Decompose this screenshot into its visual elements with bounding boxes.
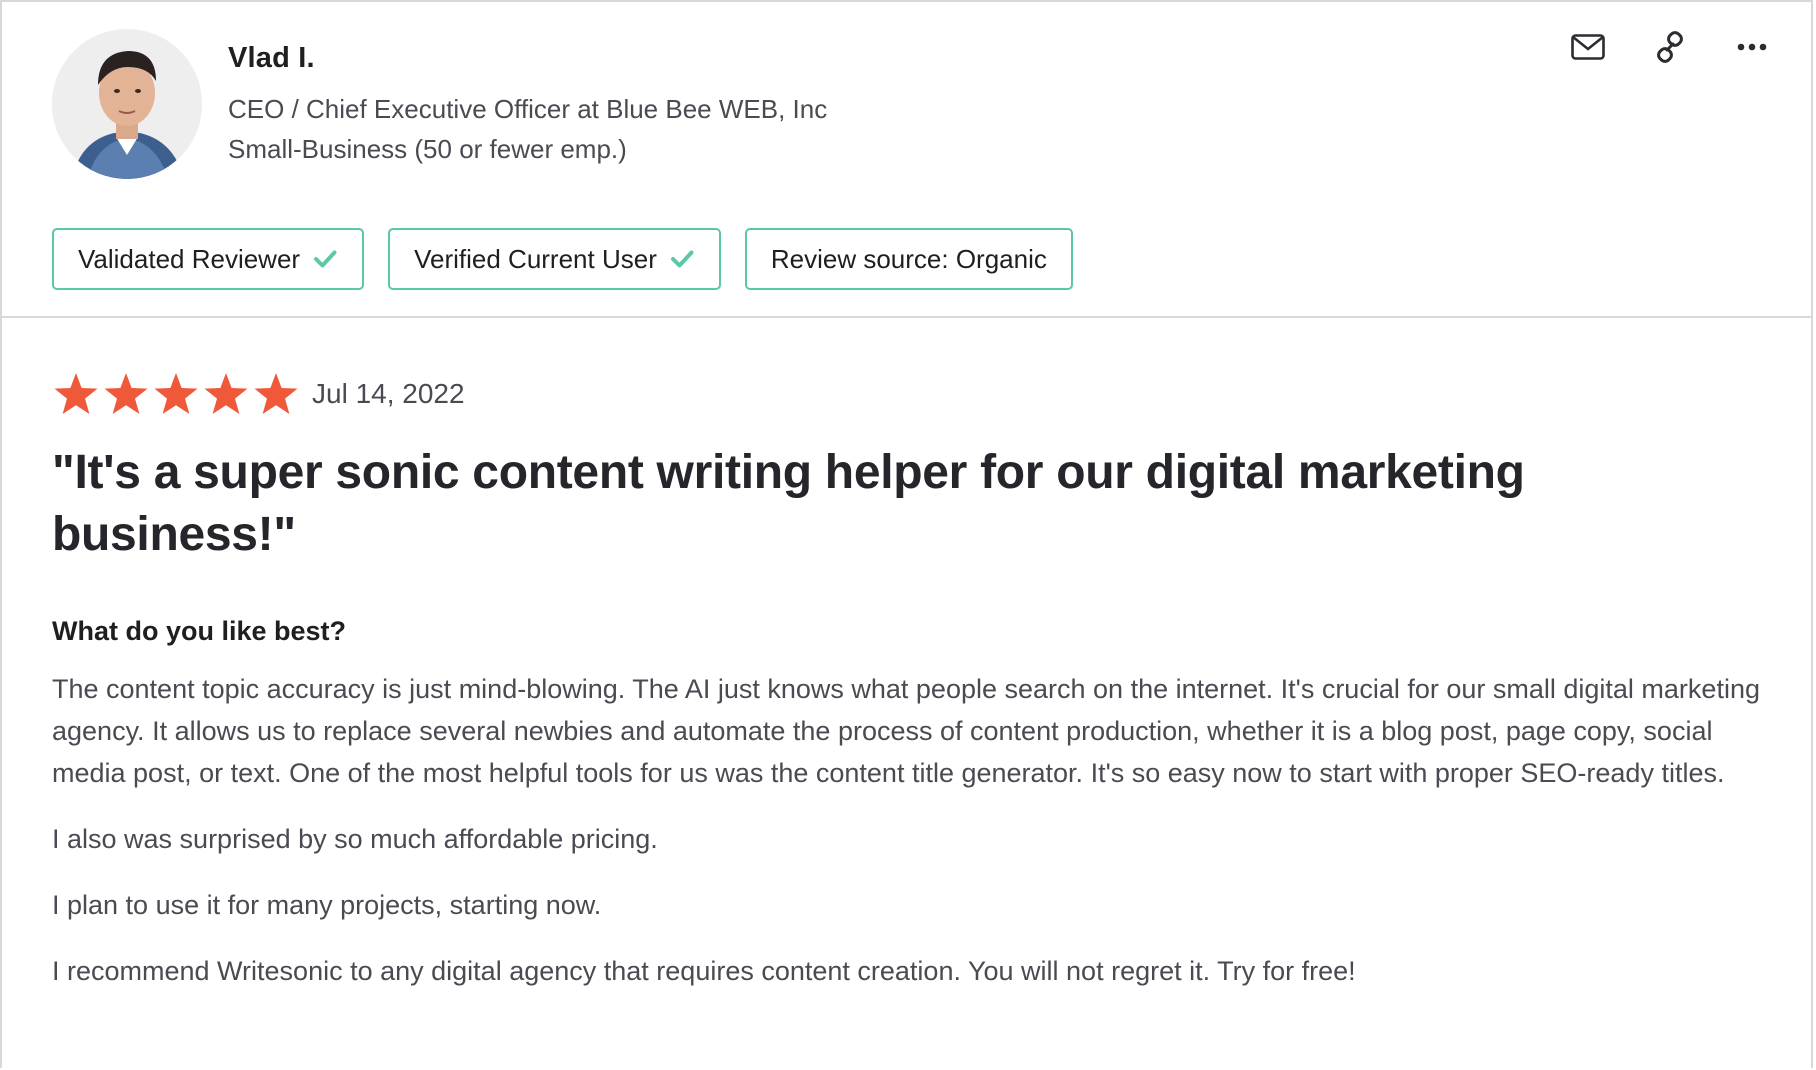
answer-paragraph: I plan to use it for many projects, star… (52, 890, 602, 920)
review-question: What do you like best? (52, 616, 347, 646)
star-icon (154, 373, 198, 414)
reviewer-header: Vlad I. CEO / Chief Executive Officer at… (2, 2, 1811, 318)
rating-row: Jul 14, 2022 (52, 370, 465, 418)
answer-paragraph: I also was surprised by so much affordab… (52, 824, 658, 854)
reviewer-title: CEO / Chief Executive Officer at Blue Be… (228, 94, 828, 124)
answer-paragraph: I recommend Writesonic to any digital ag… (52, 956, 1356, 986)
link-icon[interactable] (1651, 28, 1689, 66)
answer-paragraph: The content topic accuracy is just mind-… (52, 674, 1760, 788)
review-date: Jul 14, 2022 (312, 378, 465, 409)
badge-validated-reviewer[interactable]: Validated Reviewer (52, 228, 365, 290)
star-icon (204, 373, 248, 414)
review-headline: "It's a super sonic content writing help… (52, 446, 1525, 561)
person-photo-icon (52, 29, 202, 179)
badge-label: Verified Current User (414, 243, 657, 274)
reviewer-name[interactable]: Vlad I. (228, 42, 315, 75)
star-icon (104, 373, 148, 414)
check-icon (670, 250, 694, 268)
badge-review-source[interactable]: Review source: Organic (744, 228, 1073, 290)
avatar[interactable] (52, 29, 202, 179)
company-size: Small-Business (50 or fewer emp.) (228, 134, 627, 164)
badge-verified-current-user[interactable]: Verified Current User (388, 228, 721, 290)
review-actions (1569, 28, 1771, 66)
review-card: Vlad I. CEO / Chief Executive Officer at… (0, 0, 1813, 1068)
reviewer-badges: Validated Reviewer Verified Current User… (52, 228, 1073, 290)
star-icon (54, 373, 98, 414)
mail-icon[interactable] (1569, 28, 1607, 66)
star-icon (254, 373, 298, 414)
star-rating (52, 370, 300, 418)
badge-label: Validated Reviewer (78, 243, 301, 274)
check-icon (314, 250, 337, 268)
review-answer: The content topic accuracy is just mind-… (52, 668, 1772, 1016)
more-icon[interactable] (1733, 28, 1771, 66)
badge-label: Review source: Organic (770, 243, 1047, 274)
